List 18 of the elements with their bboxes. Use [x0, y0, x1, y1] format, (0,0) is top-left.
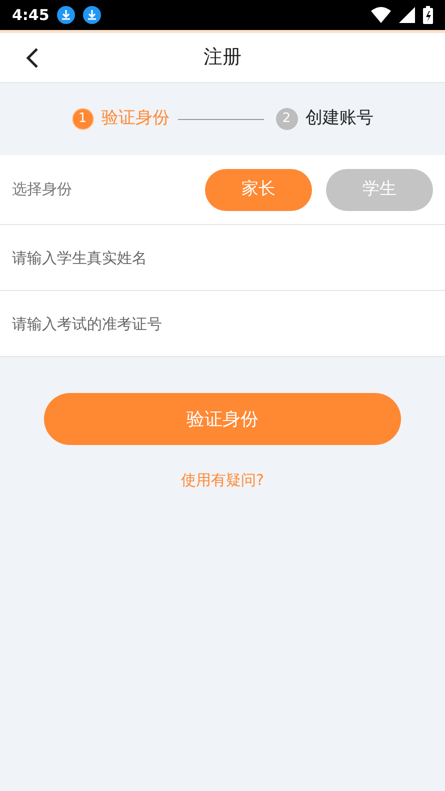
- download-icon: [57, 6, 76, 24]
- page-title: 注册: [204, 45, 242, 70]
- identity-option[interactable]: 家长: [205, 168, 312, 210]
- step-label: 创建账号: [306, 107, 374, 130]
- help-link[interactable]: 使用有疑问?: [181, 469, 264, 492]
- input-field[interactable]: 请输入学生真实姓名: [0, 225, 445, 291]
- signal-icon: [399, 7, 415, 23]
- identity-label: 选择身份: [12, 179, 72, 200]
- wifi-icon: [371, 7, 391, 23]
- step-number: 1: [72, 108, 94, 130]
- step-number: 2: [276, 108, 298, 130]
- step-label: 验证身份: [102, 107, 170, 130]
- download-icon: [83, 6, 102, 24]
- input-field[interactable]: 请输入考试的准考证号: [0, 291, 445, 357]
- verify-button[interactable]: 验证身份: [44, 393, 401, 445]
- battery-icon: [423, 6, 433, 24]
- status-time: 4:45: [12, 4, 50, 26]
- identity-option[interactable]: 学生: [326, 168, 433, 210]
